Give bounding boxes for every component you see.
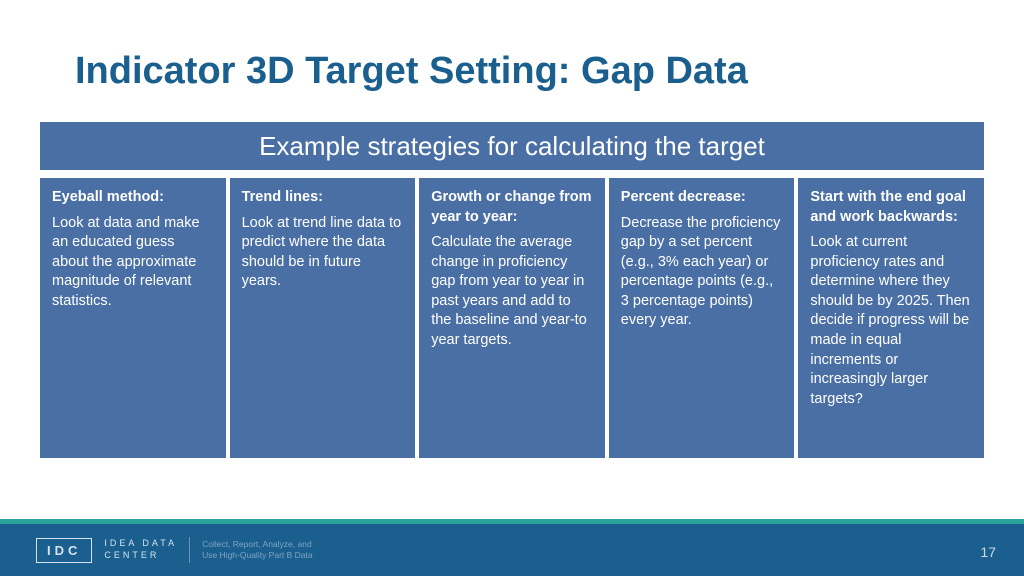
subtitle-text: Example strategies for calculating the t…	[259, 131, 765, 162]
card-body: Look at data and make an educated guess …	[52, 214, 214, 312]
card-title: Growth or change from year to year:	[431, 188, 593, 227]
card-growth: Growth or change from year to year: Calc…	[419, 178, 605, 458]
card-body: Look at current proficiency rates and de…	[810, 233, 972, 409]
card-percent-decrease: Percent decrease: Decrease the proficien…	[609, 178, 795, 458]
page-title: Indicator 3D Target Setting: Gap Data	[75, 50, 748, 93]
footer-divider	[189, 537, 190, 563]
card-title: Trend lines:	[242, 188, 404, 208]
tagline-line1: Collect, Report, Analyze, and	[202, 539, 313, 550]
footer-tagline: Collect, Report, Analyze, and Use High-Q…	[202, 539, 313, 561]
card-body: Decrease the proficiency gap by a set pe…	[621, 214, 783, 331]
logo-label-line2: CENTER	[104, 550, 177, 562]
card-eyeball: Eyeball method: Look at data and make an…	[40, 178, 226, 458]
card-title: Start with the end goal and work backwar…	[810, 188, 972, 227]
subtitle-bar: Example strategies for calculating the t…	[40, 122, 984, 170]
logo-label-line1: IDEA DATA	[104, 538, 177, 550]
slide: Indicator 3D Target Setting: Gap Data Ex…	[0, 0, 1024, 576]
logo-label: IDEA DATA CENTER	[104, 538, 177, 561]
logo-box: IDC	[36, 538, 92, 563]
card-title: Eyeball method:	[52, 188, 214, 208]
card-title: Percent decrease:	[621, 188, 783, 208]
tagline-line2: Use High-Quality Part B Data	[202, 550, 313, 561]
card-trend-lines: Trend lines: Look at trend line data to …	[230, 178, 416, 458]
footer: IDC IDEA DATA CENTER Collect, Report, An…	[0, 524, 1024, 576]
card-body: Calculate the average change in proficie…	[431, 233, 593, 350]
card-body: Look at trend line data to predict where…	[242, 214, 404, 292]
card-end-goal: Start with the end goal and work backwar…	[798, 178, 984, 458]
page-number: 17	[980, 544, 996, 560]
strategy-cards: Eyeball method: Look at data and make an…	[40, 178, 984, 458]
